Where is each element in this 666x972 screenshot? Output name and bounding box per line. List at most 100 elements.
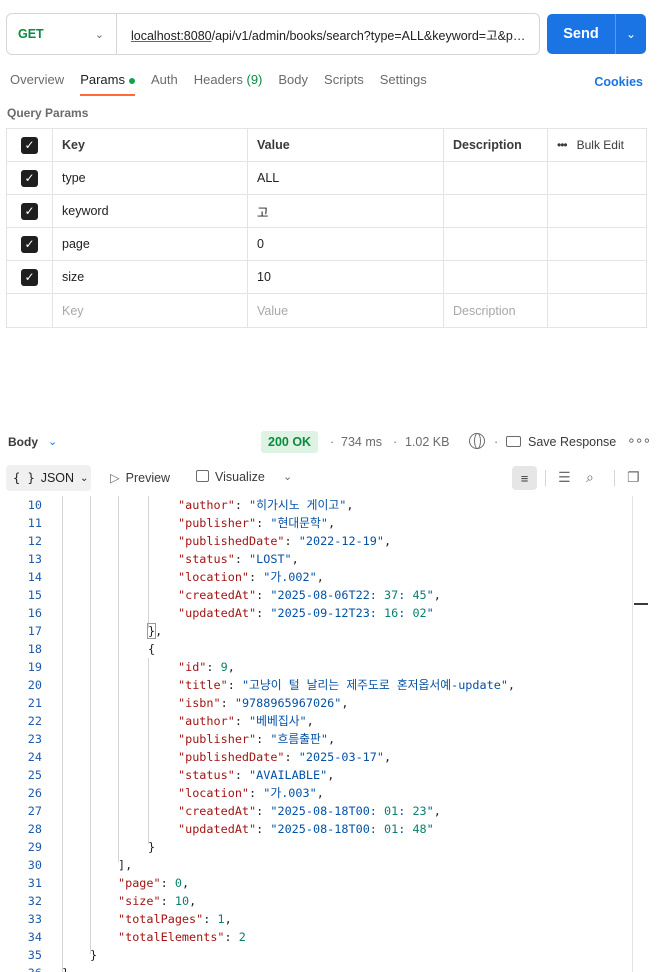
- code-text: "publishedDate": "2025-03-17",: [178, 750, 392, 764]
- param-checkbox[interactable]: ✓: [21, 169, 38, 187]
- param-key[interactable]: keyword: [53, 195, 248, 227]
- code-line: 13 "status": "LOST",: [0, 550, 632, 568]
- code-text: "totalElements": 2: [118, 930, 246, 944]
- new-key-input[interactable]: Key: [53, 294, 248, 327]
- preview-label: Preview: [125, 471, 171, 485]
- tab-headers[interactable]: Headers (9): [194, 72, 263, 94]
- code-text: "status": "AVAILABLE",: [178, 768, 335, 782]
- tab-body[interactable]: Body: [278, 72, 308, 94]
- response-size[interactable]: 1.02 KB: [405, 435, 449, 449]
- response-code-viewer[interactable]: 10 "author": "히가시노 게이고", 11 "publisher": "현…: [0, 496, 632, 972]
- chevron-down-icon[interactable]: ⌄: [48, 435, 57, 448]
- params-header-row: ✓ Key Value Description ••• Bulk Edit: [7, 129, 646, 162]
- code-line: 16 "updatedAt": "2025-09-12T23: 16: 02": [0, 604, 632, 622]
- bulk-edit-button[interactable]: ••• Bulk Edit: [548, 129, 646, 161]
- line-number: 24: [27, 750, 42, 764]
- param-key[interactable]: type: [53, 162, 248, 194]
- line-number: 25: [27, 768, 42, 782]
- braces-icon: { }: [13, 471, 35, 485]
- param-description[interactable]: [444, 261, 548, 293]
- visualize-button[interactable]: Visualize: [196, 470, 265, 484]
- param-checkbox[interactable]: ✓: [21, 202, 38, 220]
- method-select[interactable]: GET ⌄: [7, 14, 117, 54]
- line-number: 28: [27, 822, 42, 836]
- code-line: 15 "createdAt": "2025-08-06T22: 37: 45",: [0, 586, 632, 604]
- line-number: 26: [27, 786, 42, 800]
- globe-icon[interactable]: [469, 433, 485, 449]
- param-checkbox[interactable]: ✓: [21, 235, 38, 253]
- new-description-input[interactable]: Description: [444, 294, 548, 327]
- more-options-icon[interactable]: ∘∘∘: [627, 432, 651, 449]
- line-number: 16: [27, 606, 42, 620]
- param-value[interactable]: 10: [248, 261, 444, 293]
- code-line: 17},: [0, 622, 632, 640]
- send-button[interactable]: Send: [547, 14, 616, 54]
- tab-headers-label: Headers: [193, 72, 243, 87]
- tab-params[interactable]: Params: [80, 72, 135, 96]
- code-text: "createdAt": "2025-08-18T00: 01: 23",: [178, 804, 441, 818]
- line-number: 11: [27, 516, 42, 530]
- param-key[interactable]: page: [53, 228, 248, 260]
- chevron-down-icon: ⌄: [80, 472, 89, 484]
- url-input[interactable]: localhost:8080/api/v1/admin/books/search…: [117, 25, 527, 44]
- format-select[interactable]: { } JSON ⌄: [6, 465, 91, 491]
- code-line: 30],: [0, 856, 632, 874]
- code-text: "status": "LOST",: [178, 552, 299, 566]
- save-response-icon[interactable]: [506, 436, 521, 447]
- separator-dot: ·: [494, 435, 499, 449]
- save-response-button[interactable]: Save Response: [528, 435, 616, 449]
- chevron-down-icon[interactable]: ⌄: [283, 470, 292, 483]
- code-line: 36}: [0, 964, 632, 972]
- param-value[interactable]: ALL: [248, 162, 444, 194]
- code-line: 32 "size": 10,: [0, 892, 632, 910]
- response-body-label[interactable]: Body: [8, 435, 38, 449]
- line-number: 18: [27, 642, 42, 656]
- line-number: 29: [27, 840, 42, 854]
- select-all-checkbox[interactable]: ✓: [21, 136, 38, 154]
- param-row: ✓ keyword 고: [7, 195, 646, 228]
- code-text: "publisher": "흐름출판",: [178, 732, 336, 746]
- param-description[interactable]: [444, 228, 548, 260]
- code-line: 27 "createdAt": "2025-08-18T00: 01: 23",: [0, 802, 632, 820]
- line-number: 33: [27, 912, 42, 926]
- filter-icon[interactable]: ☰: [558, 469, 571, 486]
- tab-scripts[interactable]: Scripts: [324, 72, 364, 94]
- url-bar: GET ⌄ localhost:8080/api/v1/admin/books/…: [6, 13, 540, 55]
- param-checkbox[interactable]: ✓: [21, 268, 38, 286]
- status-badge[interactable]: 200 OK: [261, 431, 319, 453]
- send-options-chevron-icon[interactable]: ⌄: [616, 14, 646, 54]
- param-description[interactable]: [444, 195, 548, 227]
- param-key[interactable]: size: [53, 261, 248, 293]
- param-value[interactable]: 고: [248, 195, 444, 227]
- code-line: 11 "publisher": "현대문학",: [0, 514, 632, 532]
- new-value-input[interactable]: Value: [248, 294, 444, 327]
- header-key: Key: [53, 129, 248, 161]
- tab-settings[interactable]: Settings: [380, 72, 427, 94]
- copy-icon[interactable]: ❐: [627, 469, 640, 486]
- send-button-group: Send ⌄: [547, 14, 646, 54]
- search-icon[interactable]: ⌕: [586, 469, 594, 486]
- param-description[interactable]: [444, 162, 548, 194]
- preview-button[interactable]: ▷ Preview: [110, 470, 170, 485]
- scrollbar-track[interactable]: [632, 496, 633, 972]
- code-text: "updatedAt": "2025-09-12T23: 16: 02": [178, 606, 434, 620]
- line-number: 20: [27, 678, 42, 692]
- code-text: }: [90, 948, 98, 962]
- code-text: },: [146, 623, 163, 639]
- code-text: "location": "가.002",: [178, 570, 324, 584]
- params-active-dot-icon: [128, 77, 135, 84]
- tab-auth[interactable]: Auth: [151, 72, 178, 94]
- param-value[interactable]: 0: [248, 228, 444, 260]
- line-number: 21: [27, 696, 42, 710]
- response-time[interactable]: 734 ms: [341, 435, 382, 449]
- tab-overview[interactable]: Overview: [10, 72, 64, 94]
- response-bar: Body ⌄ 200 OK · 734 ms · 1.02 KB · Save …: [0, 430, 666, 454]
- cookies-link[interactable]: Cookies: [594, 75, 643, 89]
- query-params-title: Query Params: [7, 106, 89, 120]
- code-line: 34 "totalElements": 2: [0, 928, 632, 946]
- wrap-lines-button[interactable]: ≡: [512, 466, 537, 490]
- param-row: ✓ size 10: [7, 261, 646, 294]
- separator-dot: ·: [330, 435, 335, 449]
- code-text: "id": 9,: [178, 660, 235, 674]
- code-line: 33 "totalPages": 1,: [0, 910, 632, 928]
